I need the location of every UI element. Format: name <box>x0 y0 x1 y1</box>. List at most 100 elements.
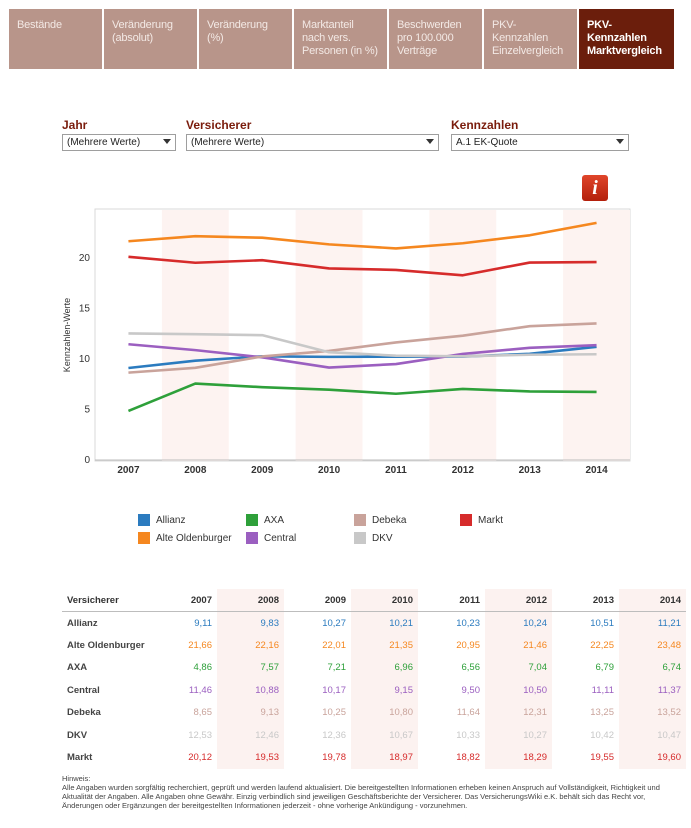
insurer-filter-label: Versicherer <box>186 118 252 132</box>
disclaimer-note: Hinweis: Alle Angaben wurden sorgfältig … <box>62 774 682 810</box>
table-header-year: 2014 <box>619 589 686 612</box>
line-chart: 0 5 10 15 20 Kennzahlen-Werte 2007 2008 2009 2010… <box>62 208 631 476</box>
year-filter-label: Jahr <box>62 118 88 132</box>
table-cell: 9,15 <box>351 679 418 702</box>
table-cell: 12,31 <box>485 701 552 724</box>
legend-label: Allianz <box>156 514 186 526</box>
table-row: Allianz 9,11 9,83 10,27 10,21 10,23 10,24 10,51… <box>62 611 686 634</box>
table-header-year: 2009 <box>284 589 351 612</box>
table-cell: 10,33 <box>456 729 480 741</box>
table-row: Central 11,46 10,88 10,17 9,15 9,50 10,50 11,11… <box>62 679 686 702</box>
x-tick-label: 2011 <box>385 465 407 476</box>
table-cell: 10,21 <box>351 611 418 634</box>
legend-label: Markt <box>478 514 503 526</box>
legend-swatch <box>354 514 366 526</box>
table-cell: 20,95 <box>456 639 480 651</box>
table-header-year: 2013 <box>552 589 619 612</box>
table-cell: 11,64 <box>456 707 480 719</box>
table-header-year: 2008 <box>217 589 284 612</box>
table-cell: 18,29 <box>485 746 552 769</box>
table-cell: 13,25 <box>590 707 614 719</box>
legend-label: DKV <box>372 532 393 544</box>
table-cell: 19,53 <box>217 746 284 769</box>
legend-item[interactable]: Alte Oldenburger <box>138 532 232 544</box>
table-cell: 6,79 <box>595 662 615 674</box>
x-tick-label: 2009 <box>251 465 274 476</box>
table-cell: 10,27 <box>322 617 346 629</box>
legend-item[interactable]: DKV <box>354 532 393 544</box>
table-cell: 11,46 <box>188 684 212 696</box>
tab-0[interactable]: Bestände <box>9 9 102 69</box>
row-insurer-name: Debeka <box>67 707 101 719</box>
x-tick-label: 2014 <box>585 465 608 476</box>
table-cell: 7,04 <box>485 656 552 679</box>
x-tick-label: 2008 <box>184 465 207 476</box>
table-cell: 10,51 <box>590 617 614 629</box>
column-band <box>563 210 630 461</box>
table-cell: 10,25 <box>322 707 346 719</box>
tab-2[interactable]: Veränderung (%) <box>199 9 292 69</box>
row-insurer-name: Markt <box>67 752 93 764</box>
table-cell: 8,65 <box>193 707 213 719</box>
info-icon[interactable]: i <box>582 175 608 201</box>
tab-6[interactable]: PKV-Kennzahlen Marktvergleich <box>579 9 674 69</box>
table-cell: 9,83 <box>217 611 284 634</box>
legend-item[interactable]: Debeka <box>354 514 406 526</box>
table-header-year: 2007 <box>150 589 217 612</box>
row-insurer-name: Alte Oldenburger <box>67 639 145 651</box>
column-band <box>295 210 363 461</box>
table-cell: 23,48 <box>619 634 686 657</box>
table-cell: 12,46 <box>217 724 284 747</box>
table-cell: 10,17 <box>322 684 346 696</box>
legend-swatch <box>246 532 258 544</box>
legend-item[interactable]: Allianz <box>138 514 185 526</box>
table-header-year: 2010 <box>351 589 418 612</box>
y-tick-label: 5 <box>84 405 90 416</box>
table-cell: 9,50 <box>461 684 481 696</box>
table-cell: 21,35 <box>351 634 418 657</box>
metric-select-value: A.1 EK-Quote <box>456 137 518 148</box>
legend-item[interactable]: Central <box>246 532 296 544</box>
table-header-insurer: Versicherer <box>62 589 150 612</box>
y-axis-label: Kennzahlen-Werte <box>62 298 72 372</box>
table-row: AXA 4,86 7,57 7,21 6,96 6,56 7,04 6,79 6,74 <box>62 656 686 679</box>
tab-3[interactable]: Marktanteil nach vers. Personen (in %) <box>294 9 387 69</box>
x-tick-label: 2013 <box>519 465 542 476</box>
legend-item[interactable]: AXA <box>246 514 284 526</box>
tab-4[interactable]: Beschwerden pro 100.000 Verträge <box>389 9 482 69</box>
table-cell: 19,55 <box>590 752 614 764</box>
year-select-value: (Mehrere Werte) <box>67 137 141 148</box>
tab-bar: Bestände Veränderung (absolut) Veränderung… <box>9 9 682 69</box>
table-cell: 11,11 <box>591 684 614 696</box>
table-cell: 19,78 <box>322 752 346 764</box>
y-tick-label: 15 <box>79 304 91 315</box>
y-tick-label: 0 <box>84 455 90 466</box>
legend-label: Alte Oldenburger <box>156 532 232 544</box>
table-cell: 10,24 <box>485 611 552 634</box>
table-cell: 20,12 <box>188 752 212 764</box>
y-tick-label: 20 <box>79 253 91 264</box>
y-tick-label: 10 <box>79 354 91 365</box>
table-row: Markt 20,12 19,53 19,78 18,97 18,82 18,29 19,55… <box>62 746 686 769</box>
table-cell: 10,27 <box>485 724 552 747</box>
table-cell: 22,01 <box>322 639 346 651</box>
table-cell: 22,25 <box>590 639 614 651</box>
row-insurer-name: DKV <box>67 729 88 741</box>
tab-1[interactable]: Veränderung (absolut) <box>104 9 197 69</box>
table-cell: 18,82 <box>456 752 480 764</box>
table-cell: 10,47 <box>619 724 686 747</box>
table-cell: 21,46 <box>485 634 552 657</box>
metric-select[interactable]: A.1 EK-Quote <box>451 134 629 151</box>
table-cell: 6,56 <box>461 662 481 674</box>
insurer-select[interactable]: (Mehrere Werte) <box>186 134 439 151</box>
tab-5[interactable]: PKV-Kennzahlen Einzelvergleich <box>484 9 577 69</box>
table-cell: 7,57 <box>217 656 284 679</box>
row-insurer-name: Central <box>67 684 100 696</box>
table-cell: 6,74 <box>619 656 686 679</box>
table-cell: 18,97 <box>351 746 418 769</box>
legend-item[interactable]: Markt <box>460 514 503 526</box>
year-select[interactable]: (Mehrere Werte) <box>62 134 176 151</box>
row-insurer-name: AXA <box>67 662 88 674</box>
table-cell: 10,23 <box>456 617 480 629</box>
table-cell: 4,86 <box>193 662 213 674</box>
